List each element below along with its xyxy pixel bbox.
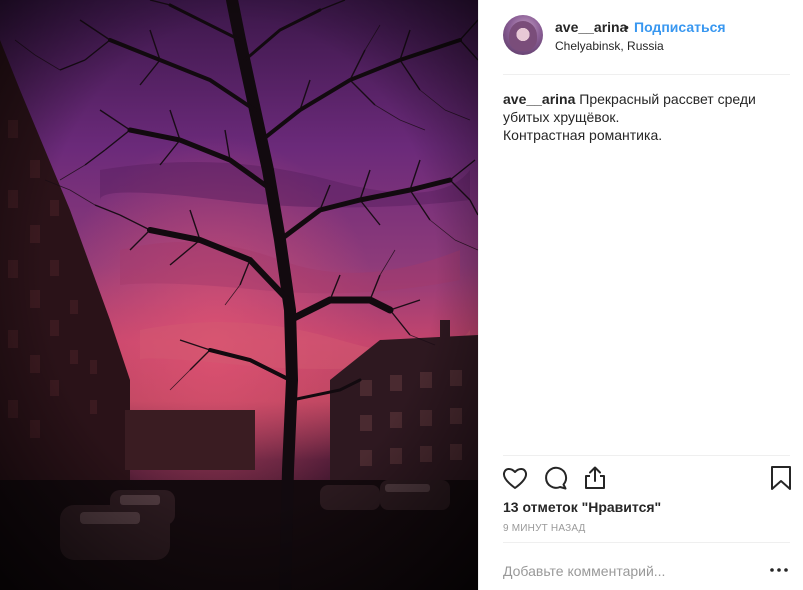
post-header: ave__arina • Подписаться Chelyabinsk, Ru… bbox=[479, 0, 803, 74]
more-options-icon bbox=[770, 568, 788, 572]
separator-dot: • bbox=[624, 19, 629, 35]
caption-text-line-2: убитых хрущёвок. bbox=[503, 109, 620, 125]
caption-text-line-3: Контрастная романтика. bbox=[503, 127, 663, 143]
location-link[interactable]: Chelyabinsk, Russia bbox=[555, 39, 664, 53]
bookmark-icon bbox=[771, 466, 791, 490]
post-details-panel: ave__arina • Подписаться Chelyabinsk, Ru… bbox=[478, 0, 803, 590]
avatar-portrait bbox=[509, 21, 537, 51]
divider bbox=[503, 74, 790, 75]
divider bbox=[503, 542, 790, 543]
share-icon bbox=[585, 466, 605, 489]
caption-username-link[interactable]: ave__arina bbox=[503, 91, 575, 107]
likes-count[interactable]: 13 отметок "Нравится" bbox=[503, 499, 661, 515]
username-link[interactable]: ave__arina bbox=[555, 19, 627, 35]
comment-input[interactable] bbox=[503, 562, 753, 580]
sunset-photo-image bbox=[0, 0, 478, 590]
comment-button[interactable] bbox=[541, 464, 569, 492]
like-button[interactable] bbox=[501, 464, 529, 492]
avatar[interactable] bbox=[503, 15, 543, 55]
comment-bubble-icon bbox=[545, 466, 568, 490]
post-caption: ave__arina Прекрасный рассвет среди убит… bbox=[503, 90, 773, 144]
caption-text-line-1: Прекрасный рассвет среди bbox=[579, 91, 756, 107]
heart-icon bbox=[502, 468, 528, 489]
share-button[interactable] bbox=[581, 464, 609, 492]
post-photo[interactable] bbox=[0, 0, 478, 590]
follow-button[interactable]: Подписаться bbox=[634, 19, 726, 35]
divider bbox=[503, 455, 790, 456]
action-bar bbox=[479, 460, 803, 496]
post-timestamp[interactable]: 9 МИНУТ НАЗАД bbox=[503, 523, 586, 534]
more-options-button[interactable] bbox=[769, 562, 789, 578]
save-button[interactable] bbox=[767, 464, 795, 492]
